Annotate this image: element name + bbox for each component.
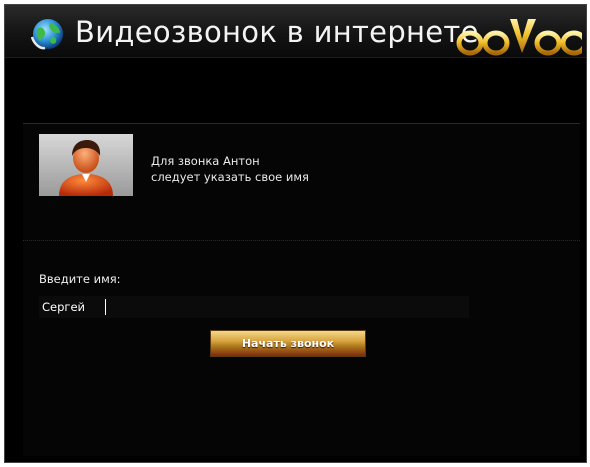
oovoo-logo [456,19,582,56]
window-title: Видеозвонок в интернете [75,15,479,49]
text-caret [105,299,106,315]
title-bar: Видеозвонок в интернете [5,5,586,58]
call-panel: Для звонка Антон следует указать свое им… [23,123,580,456]
call-message-line2: следует указать свое имя [151,170,309,184]
start-call-button[interactable]: Начать звонок [210,330,366,357]
user-avatar-icon [39,134,133,196]
name-input[interactable] [39,296,469,318]
contact-row: Для звонка Антон следует указать свое им… [23,124,580,241]
app-window: Видеозвонок в интернете Для звонка Антон… [4,4,587,463]
name-label: Введите имя: [39,272,121,286]
globe-icon [31,19,63,50]
call-message-line1: Для звонка Антон [151,154,260,168]
